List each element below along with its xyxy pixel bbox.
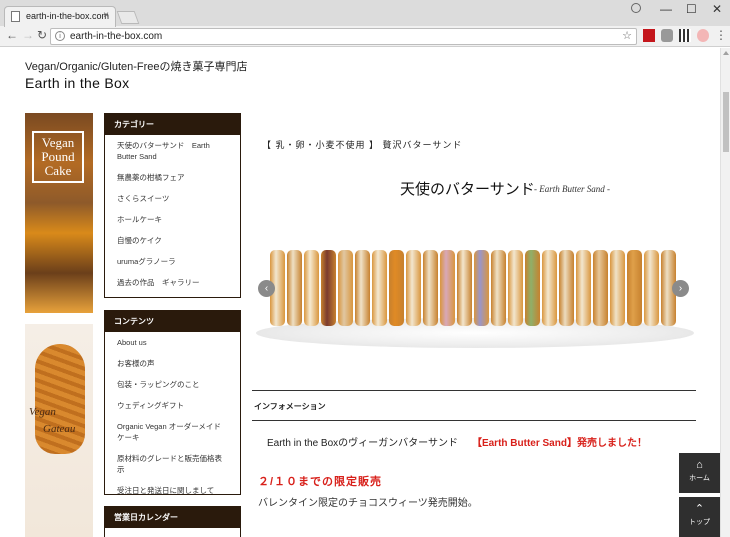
news-item[interactable]: Earth in the Boxのヴィーガンバターサンド 【Earth Butte… bbox=[267, 434, 647, 449]
hero-title: 天使のバターサンド bbox=[400, 181, 535, 198]
contents-item[interactable]: お客様の声 bbox=[105, 353, 240, 374]
contents-item[interactable]: About us bbox=[105, 332, 240, 353]
category-item[interactable]: さくらスイーツ bbox=[105, 188, 240, 209]
valentine-text: バレンタイン限定のチョコスウィーツ発売開始。 bbox=[258, 498, 478, 509]
category-item[interactable]: 無農薬の柑橘フェア bbox=[105, 167, 240, 188]
profile-icon[interactable] bbox=[631, 3, 641, 13]
butter-sand-image bbox=[270, 250, 690, 326]
category-item[interactable]: urumaグラノーラ bbox=[105, 251, 240, 272]
browser-tab[interactable]: earth-in-the-box.com × bbox=[4, 6, 116, 27]
forward-button[interactable]: → bbox=[22, 28, 34, 42]
browser-toolbar: ← → ↻ i earth-in-the-box.com ☆ ⋮ bbox=[0, 27, 730, 47]
new-tab-button[interactable] bbox=[116, 11, 140, 24]
calendar-widget: 営業日カレンダー bbox=[104, 506, 241, 537]
sandwich-shape bbox=[423, 250, 438, 326]
scroll-up-arrow-icon[interactable] bbox=[723, 51, 729, 55]
sandwich-shape bbox=[542, 250, 557, 326]
site-title[interactable]: Earth in the Box bbox=[25, 75, 129, 91]
calendar-heading: 営業日カレンダー bbox=[105, 507, 240, 528]
page-favicon-icon bbox=[11, 11, 20, 22]
contents-item[interactable]: 原材料のグレードと販売価格表示 bbox=[105, 448, 240, 480]
scrollbar-thumb[interactable] bbox=[723, 92, 729, 152]
information-heading: インフォメーション bbox=[254, 402, 326, 411]
sandwich-shape bbox=[406, 250, 421, 326]
top-label: トップ bbox=[689, 519, 710, 526]
pdf-extension-icon[interactable] bbox=[643, 29, 655, 42]
contents-item[interactable]: ウェディングギフト bbox=[105, 395, 240, 416]
gateau-banner[interactable]: Vegan Gateau bbox=[25, 324, 93, 537]
sandwich-shape bbox=[287, 250, 302, 326]
bookmark-star-icon[interactable]: ☆ bbox=[622, 29, 632, 42]
browser-chrome: earth-in-the-box.com × — ☐ ✕ ← → ↻ i ear… bbox=[0, 0, 730, 47]
contents-heading: コンテンツ bbox=[105, 311, 240, 332]
sandwich-shape bbox=[474, 250, 489, 326]
category-item[interactable]: ホールケーキ bbox=[105, 209, 240, 230]
hero-subtitle: - Earth Butter Sand - bbox=[534, 184, 610, 194]
sandwich-shape bbox=[372, 250, 387, 326]
qr-extension-icon[interactable] bbox=[679, 29, 691, 42]
url-text[interactable]: earth-in-the-box.com bbox=[70, 31, 162, 42]
maximize-button[interactable]: ☐ bbox=[686, 2, 697, 16]
contents-item[interactable]: Organic Vegan オーダーメイドケーキ bbox=[105, 416, 240, 448]
site-tagline: Vegan/Organic/Gluten-Freeの焼き菓子専門店 bbox=[25, 61, 248, 73]
sandwich-shape bbox=[576, 250, 591, 326]
pound-cake-banner[interactable]: Vegan Pound Cake bbox=[25, 113, 93, 313]
sandwich-shape bbox=[457, 250, 472, 326]
sandwich-shape bbox=[440, 250, 455, 326]
category-item[interactable]: 天使のバターサンド Earth Butter Sand bbox=[105, 135, 240, 167]
close-window-button[interactable]: ✕ bbox=[712, 2, 722, 16]
tab-close-icon[interactable]: × bbox=[103, 10, 109, 21]
sandwich-shape bbox=[304, 250, 319, 326]
home-label: ホーム bbox=[689, 475, 710, 482]
sandwich-shape bbox=[355, 250, 370, 326]
back-to-top-button[interactable]: ⌃ トップ bbox=[679, 497, 720, 537]
home-float-button[interactable]: ⌂ ホーム bbox=[679, 453, 720, 493]
sandwich-shape bbox=[610, 250, 625, 326]
arrow-up-icon: ⌃ bbox=[694, 503, 705, 515]
pound-cake-banner-text: Vegan Pound Cake bbox=[32, 131, 84, 183]
category-widget: カテゴリー 天使のバターサンド Earth Butter Sand 無農薬の柑橘… bbox=[104, 113, 241, 298]
sandwich-shape bbox=[338, 250, 353, 326]
address-bar[interactable]: i earth-in-the-box.com ☆ bbox=[50, 28, 637, 45]
gateau-line-1: Vegan bbox=[29, 406, 56, 418]
camera-extension-icon[interactable] bbox=[661, 29, 673, 42]
divider bbox=[252, 420, 696, 421]
news-highlight: 【Earth Butter Sand】発売しました！ bbox=[471, 438, 647, 449]
page-scrollbar[interactable] bbox=[720, 48, 730, 537]
gateau-line-2: Gateau bbox=[43, 423, 76, 435]
contents-item[interactable]: 受注日と発送日に関しまして bbox=[105, 480, 240, 501]
product-headline: 【 乳・卵・小麦不使用 】 贅沢バターサンド bbox=[262, 140, 463, 150]
sandwich-shape bbox=[321, 250, 336, 326]
tab-title: earth-in-the-box.com bbox=[26, 11, 110, 21]
category-heading: カテゴリー bbox=[105, 114, 240, 135]
browser-menu-icon[interactable]: ⋮ bbox=[715, 28, 727, 42]
sandwich-shape bbox=[525, 250, 540, 326]
divider bbox=[252, 390, 696, 391]
sandwich-shape bbox=[508, 250, 523, 326]
sandwich-shape bbox=[389, 250, 404, 326]
sandwich-shape bbox=[559, 250, 574, 326]
home-icon: ⌂ bbox=[696, 459, 703, 471]
sandwich-shape bbox=[644, 250, 659, 326]
contents-widget: コンテンツ About us お客様の声 包装・ラッピングのこと ウェディングギ… bbox=[104, 310, 241, 495]
sandwich-shape bbox=[627, 250, 642, 326]
slider-prev-button[interactable]: ‹ bbox=[258, 280, 275, 297]
site-info-icon[interactable]: i bbox=[55, 31, 65, 41]
page-viewport: Vegan/Organic/Gluten-Freeの焼き菓子専門店 Earth … bbox=[0, 48, 720, 537]
minimize-button[interactable]: — bbox=[660, 2, 672, 16]
slider-next-button[interactable]: › bbox=[672, 280, 689, 297]
back-button[interactable]: ← bbox=[6, 28, 18, 42]
sandwich-shape bbox=[491, 250, 506, 326]
reload-button[interactable]: ↻ bbox=[37, 28, 47, 42]
category-item[interactable]: 自慢のケイク bbox=[105, 230, 240, 251]
sandwich-shape bbox=[593, 250, 608, 326]
extension-icon[interactable] bbox=[697, 29, 709, 42]
hero-slider[interactable]: 天使のバターサンド - Earth Butter Sand - ‹ › bbox=[252, 168, 698, 366]
tab-strip: earth-in-the-box.com × — ☐ ✕ bbox=[0, 0, 730, 27]
limited-sale-heading: ２/１０までの限定販売 bbox=[258, 476, 383, 488]
news-text: Earth in the Boxのヴィーガンバターサンド bbox=[267, 438, 458, 449]
contents-item[interactable]: 包装・ラッピングのこと bbox=[105, 374, 240, 395]
category-item[interactable]: 過去の作品 ギャラリー bbox=[105, 272, 240, 293]
gateau-banner-text: Vegan Gateau bbox=[29, 404, 75, 438]
